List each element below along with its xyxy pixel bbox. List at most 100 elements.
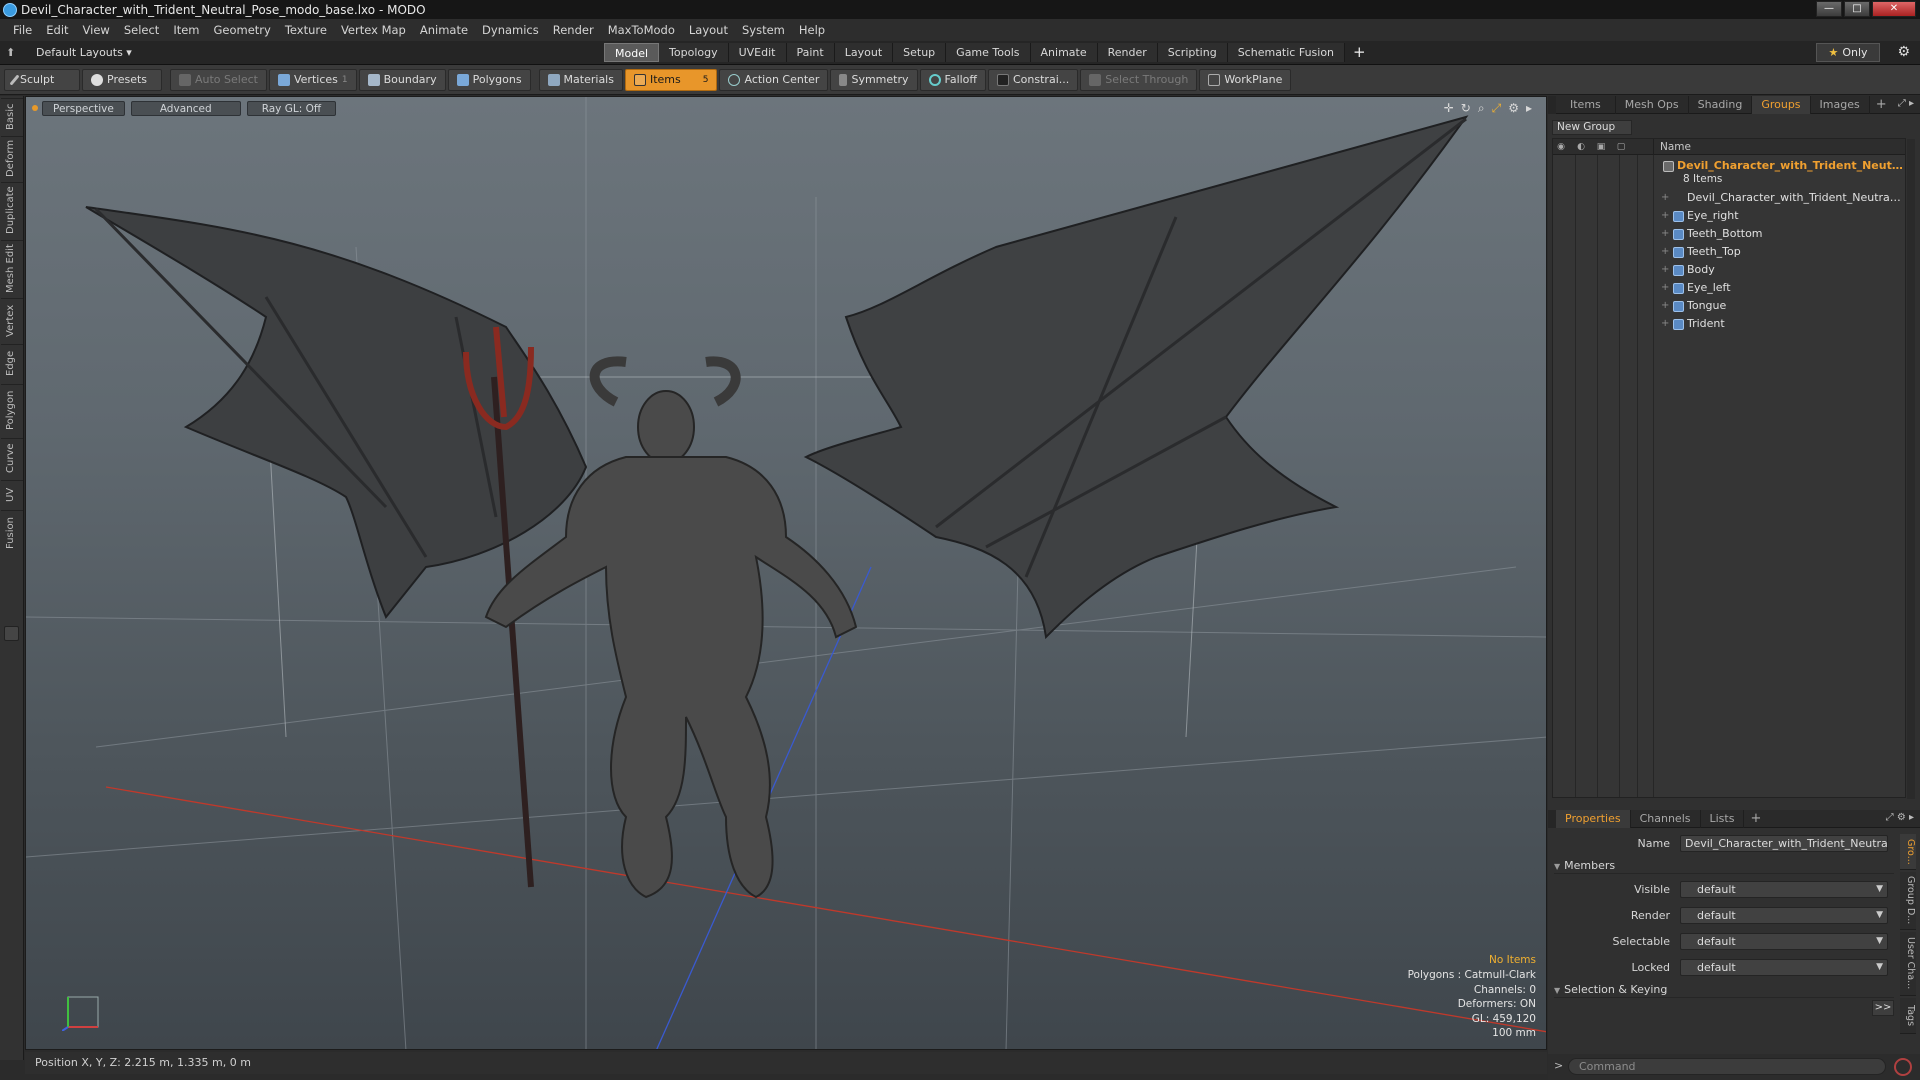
new-group-button[interactable]: New Group <box>1552 120 1632 135</box>
tab-game-tools[interactable]: Game Tools <box>946 43 1031 62</box>
fit-view-icon[interactable]: ⤢ <box>1492 101 1502 116</box>
groups-scrollbar[interactable] <box>1907 139 1915 799</box>
advanced-dropdown[interactable]: Advanced <box>130 101 241 116</box>
add-panel-tab-button[interactable]: + <box>1744 811 1767 826</box>
expand-icon[interactable]: + <box>1661 279 1669 297</box>
menu-layout[interactable]: Layout <box>682 19 735 41</box>
tab-topology[interactable]: Topology <box>659 43 729 62</box>
expand-icon[interactable]: + <box>1661 315 1669 333</box>
tree-item-devil-character[interactable]: + Devil_Character_with_Trident_Neutral_P… <box>1553 189 1907 207</box>
tree-item-eye-left[interactable]: + Eye_left <box>1553 279 1907 297</box>
tab-basic[interactable]: Basic <box>1 98 23 134</box>
tab-uv[interactable]: UV <box>1 480 23 508</box>
sculpt-button[interactable]: Sculpt <box>4 68 80 91</box>
menu-render[interactable]: Render <box>546 19 601 41</box>
3d-viewport[interactable]: Perspective Advanced Ray GL: Off ✛ ↻ ⌕ ⤢… <box>25 96 1547 1050</box>
tab-fusion[interactable]: Fusion <box>1 510 23 556</box>
presets-button[interactable]: Presets <box>82 68 162 91</box>
tab-groups[interactable]: Groups <box>1752 95 1811 114</box>
menu-dynamics[interactable]: Dynamics <box>475 19 546 41</box>
panel-grip-icon[interactable] <box>1548 809 1556 828</box>
tab-mesh-edit[interactable]: Mesh Edit <box>1 240 23 296</box>
selectable-dropdown[interactable]: default ▼ <box>1680 933 1888 950</box>
tab-setup[interactable]: Setup <box>893 43 947 62</box>
members-section[interactable]: ▼ Members <box>1554 858 1894 874</box>
minimize-button[interactable]: — <box>1816 1 1842 17</box>
move-view-icon[interactable]: ✛ <box>1444 101 1454 116</box>
lock-icon[interactable]: ▣ <box>1595 141 1607 153</box>
viewport-expand-icon[interactable]: ▸ <box>1526 101 1532 116</box>
group-row[interactable]: Devil_Character_with_Trident_Neutr ... <box>1553 157 1907 175</box>
gear-icon[interactable]: ⚙ <box>1897 44 1910 60</box>
tab-edge[interactable]: Edge <box>1 344 23 382</box>
select-icon[interactable]: ▢ <box>1615 141 1627 153</box>
tab-scripting[interactable]: Scripting <box>1157 43 1228 62</box>
tree-item-eye-right[interactable]: + Eye_right <box>1553 207 1907 225</box>
tab-mesh-ops[interactable]: Mesh Ops <box>1616 95 1689 114</box>
constraints-button[interactable]: Constrai... <box>988 68 1079 91</box>
tab-layout[interactable]: Layout <box>834 43 894 62</box>
action-center-button[interactable]: Action Center <box>719 68 829 91</box>
tab-shading[interactable]: Shading <box>1689 95 1753 114</box>
polygons-button[interactable]: Polygons <box>447 68 531 91</box>
tab-polygon[interactable]: Polygon <box>1 384 23 436</box>
selection-keying-section[interactable]: ▼ Selection & Keying <box>1554 982 1894 998</box>
menu-texture[interactable]: Texture <box>278 19 334 41</box>
tab-render[interactable]: Render <box>1097 43 1158 62</box>
tab-vertex[interactable]: Vertex <box>1 298 23 342</box>
tab-curve[interactable]: Curve <box>1 438 23 478</box>
menu-vertex-map[interactable]: Vertex Map <box>334 19 413 41</box>
select-through-button[interactable]: Select Through <box>1080 68 1198 91</box>
visible-dropdown[interactable]: default ▼ <box>1680 881 1888 898</box>
menu-geometry[interactable]: Geometry <box>207 19 278 41</box>
vertices-button[interactable]: Vertices 1 <box>268 68 357 91</box>
rotate-view-icon[interactable]: ↻ <box>1461 101 1471 116</box>
expand-icon[interactable]: + <box>1661 297 1669 315</box>
expand-icon[interactable]: + <box>1661 243 1669 261</box>
name-field[interactable]: Devil_Character_with_Trident_Neutral_Pc <box>1680 835 1888 852</box>
tab-animate[interactable]: Animate <box>1030 43 1098 62</box>
tree-item-trident[interactable]: + Trident <box>1553 315 1907 333</box>
more-button[interactable]: >> <box>1872 1000 1894 1016</box>
add-panel-tab-button[interactable]: + <box>1870 97 1893 112</box>
add-tab-button[interactable]: + <box>1345 43 1374 62</box>
tab-items[interactable]: Items <box>1556 95 1616 114</box>
boundary-button[interactable]: Boundary <box>358 68 446 91</box>
viewport-settings-icon[interactable]: ⚙ <box>1508 101 1519 116</box>
expand-icon[interactable]: + <box>1661 207 1669 225</box>
render-icon[interactable]: ◐ <box>1575 141 1587 153</box>
tab-model[interactable]: Model <box>604 43 660 62</box>
menu-animate[interactable]: Animate <box>413 19 475 41</box>
side-tab-group[interactable]: Gro... <box>1900 834 1916 870</box>
tab-deform[interactable]: Deform <box>1 136 23 180</box>
workplane-button[interactable]: WorkPlane <box>1199 68 1292 91</box>
tab-properties[interactable]: Properties <box>1556 809 1631 828</box>
tab-channels[interactable]: Channels <box>1631 809 1701 828</box>
perspective-dropdown[interactable]: Perspective <box>42 101 125 116</box>
menu-system[interactable]: System <box>735 19 792 41</box>
menu-view[interactable]: View <box>76 19 117 41</box>
layout-expand-icon[interactable]: ⬆ <box>6 46 22 59</box>
panel-expand-icon[interactable]: ⤢ ▸ <box>1898 98 1914 109</box>
items-button[interactable]: Items 5 <box>624 68 718 91</box>
expand-icon[interactable]: + <box>1661 189 1669 207</box>
ray-gl-toggle[interactable]: Ray GL: Off <box>246 101 337 116</box>
expand-icon[interactable]: + <box>1661 225 1669 243</box>
command-history-icon[interactable] <box>1894 1058 1912 1076</box>
menu-help[interactable]: Help <box>792 19 832 41</box>
tree-item-tongue[interactable]: + Tongue <box>1553 297 1907 315</box>
side-tab-user-channels[interactable]: User Cha... <box>1900 932 1916 996</box>
tab-schematic-fusion[interactable]: Schematic Fusion <box>1227 43 1346 62</box>
render-dropdown[interactable]: default ▼ <box>1680 907 1888 924</box>
tab-uvedit[interactable]: UVEdit <box>728 43 787 62</box>
panel-expand-icon[interactable]: ⤢ ⚙ ▸ <box>1886 812 1914 823</box>
tree-item-teeth-top[interactable]: + Teeth_Top <box>1553 243 1907 261</box>
default-layouts-dropdown[interactable]: Default Layouts ▾ <box>36 46 132 59</box>
close-button[interactable]: ✕ <box>1872 1 1916 17</box>
materials-button[interactable]: Materials <box>538 68 623 91</box>
symmetry-button[interactable]: Symmetry <box>830 68 918 91</box>
tool-panel-toggle-button[interactable] <box>4 626 19 641</box>
tab-lists[interactable]: Lists <box>1701 809 1745 828</box>
only-button[interactable]: ★ Only <box>1816 43 1880 62</box>
side-tab-tags[interactable]: Tags <box>1900 998 1916 1034</box>
